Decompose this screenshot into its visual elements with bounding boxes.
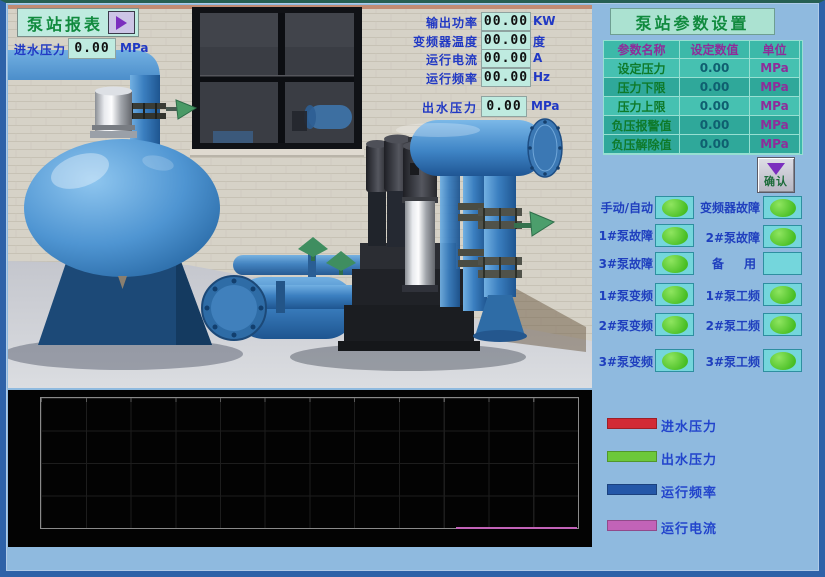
green-lamp-icon xyxy=(662,199,688,217)
window xyxy=(190,7,364,157)
current-trace-line xyxy=(456,527,577,529)
param-row-value[interactable]: 0.00 xyxy=(680,116,750,135)
legend-label-current: 运行电流 xyxy=(661,518,717,537)
chrome-pump-column xyxy=(405,201,435,287)
green-lamp-icon xyxy=(662,286,688,304)
green-lamp-icon xyxy=(662,352,688,370)
param-row-unit: MPa xyxy=(750,78,800,97)
legend-label-outlet: 出水压力 xyxy=(661,449,717,468)
report-nav-button[interactable] xyxy=(108,11,135,34)
col-header-unit: 单位 xyxy=(750,41,800,59)
status-lamp-spare-empty xyxy=(763,252,802,275)
param-row-unit: MPa xyxy=(750,59,800,78)
running-current-unit: A xyxy=(533,51,542,65)
green-lamp-icon xyxy=(662,255,688,273)
status-label-pump2-fault: 2#泵故障 xyxy=(690,229,760,246)
plot-tick-marks xyxy=(41,398,578,402)
green-lamp-icon xyxy=(770,316,796,334)
param-row-name: 负压解除值 xyxy=(604,135,680,154)
param-row-name: 设定压力 xyxy=(604,59,680,78)
inlet-pressure-value: 0.00 xyxy=(68,38,116,59)
status-label-spare: 备 用 xyxy=(690,255,760,272)
legend-swatch-frequency xyxy=(607,484,657,495)
param-row-unit: MPa xyxy=(750,135,800,154)
status-label-pump3-vfd: 3#泵变频 xyxy=(593,353,653,370)
running-current-label: 运行电流 xyxy=(393,51,478,68)
status-label-vfd-fault: 变频器故障 xyxy=(690,199,760,216)
status-lamp-manual-auto xyxy=(655,196,694,219)
status-lamp-pump3-mains xyxy=(763,349,802,372)
trend-plot-area xyxy=(40,397,579,529)
valve-stem xyxy=(166,107,178,111)
settings-panel-title: 泵站参数设置 xyxy=(610,8,775,35)
running-frequency-label: 运行频率 xyxy=(393,70,478,87)
green-lamp-icon xyxy=(770,199,796,217)
param-row-unit: MPa xyxy=(750,97,800,116)
status-label-pump2-vfd: 2#泵变频 xyxy=(593,317,653,334)
window-sill xyxy=(190,149,364,155)
status-label-manual-auto: 手动/自动 xyxy=(593,199,653,216)
report-button-label: 泵站报表 xyxy=(27,11,103,35)
inverter-temp-unit: 度 xyxy=(533,33,545,50)
param-row-unit: MPa xyxy=(750,116,800,135)
inverter-temp-label: 变频器温度 xyxy=(393,33,478,50)
status-lamp-pump3-fault xyxy=(655,252,694,275)
status-label-pump3-fault: 3#泵故障 xyxy=(593,255,653,272)
legend-label-frequency: 运行频率 xyxy=(661,482,717,501)
green-lamp-icon xyxy=(770,228,796,246)
param-row-value[interactable]: 0.00 xyxy=(680,78,750,97)
trend-chart xyxy=(8,390,592,547)
legend-label-inlet: 进水压力 xyxy=(661,416,717,435)
running-current-value: 00.00 xyxy=(481,49,531,68)
inlet-pressure-label: 进水压力 xyxy=(14,41,66,58)
triangle-down-icon xyxy=(767,163,785,175)
status-lamp-pump3-vfd xyxy=(655,349,694,372)
status-lamp-vfd-fault xyxy=(763,196,802,219)
inlet-pressure-unit: MPa xyxy=(120,41,149,55)
play-triangle-icon xyxy=(116,16,127,30)
status-lamp-pump1-fault xyxy=(655,224,694,247)
param-row-value[interactable]: 0.00 xyxy=(680,59,750,78)
green-lamp-icon xyxy=(770,352,796,370)
status-label-pump3-mains: 3#泵工频 xyxy=(690,353,760,370)
status-lamp-pump2-fault xyxy=(763,225,802,248)
outlet-pressure-unit: MPa xyxy=(531,99,560,113)
col-header-name: 参数名称 xyxy=(604,41,680,59)
running-frequency-unit: Hz xyxy=(533,70,550,84)
output-power-value: 00.00 xyxy=(481,12,531,31)
status-label-pump1-vfd: 1#泵变频 xyxy=(593,287,653,304)
parameter-table: 参数名称 设定数值 单位 设定压力 0.00 MPa 压力下限 0.00 MPa… xyxy=(603,40,803,155)
param-row-name: 压力下限 xyxy=(604,78,680,97)
status-label-pump1-fault: 1#泵故障 xyxy=(593,227,653,244)
param-row-name: 压力上限 xyxy=(604,97,680,116)
window-reflection-pipe xyxy=(213,131,253,143)
status-lamp-pump2-mains xyxy=(763,313,802,336)
green-lamp-icon xyxy=(662,316,688,334)
green-lamp-icon xyxy=(770,286,796,304)
status-lamp-pump1-vfd xyxy=(655,283,694,306)
param-row-name: 负压报警值 xyxy=(604,116,680,135)
report-button[interactable]: 泵站报表 xyxy=(17,8,139,37)
sphere-tank xyxy=(24,139,220,277)
status-lamp-pump2-vfd xyxy=(655,313,694,336)
param-row-value[interactable]: 0.00 xyxy=(680,97,750,116)
inverter-temp-value: 00.00 xyxy=(481,31,531,50)
confirm-button[interactable]: 确认 xyxy=(757,157,795,193)
legend-swatch-current xyxy=(607,520,657,531)
outlet-pressure-label: 出水压力 xyxy=(398,99,478,116)
output-power-label: 输出功率 xyxy=(393,14,478,31)
legend-swatch-outlet xyxy=(607,451,657,462)
param-row-value[interactable]: 0.00 xyxy=(680,135,750,154)
legend-swatch-inlet xyxy=(607,418,657,429)
col-header-value: 设定数值 xyxy=(680,41,750,59)
status-label-pump1-mains: 1#泵工频 xyxy=(690,287,760,304)
green-lamp-icon xyxy=(662,227,688,245)
confirm-button-label: 确认 xyxy=(764,176,788,187)
status-label-pump2-mains: 2#泵工频 xyxy=(690,317,760,334)
status-lamp-pump1-mains xyxy=(763,283,802,306)
output-power-unit: KW xyxy=(533,14,556,28)
outlet-pressure-value: 0.00 xyxy=(481,96,527,117)
running-frequency-value: 00.00 xyxy=(481,68,531,87)
